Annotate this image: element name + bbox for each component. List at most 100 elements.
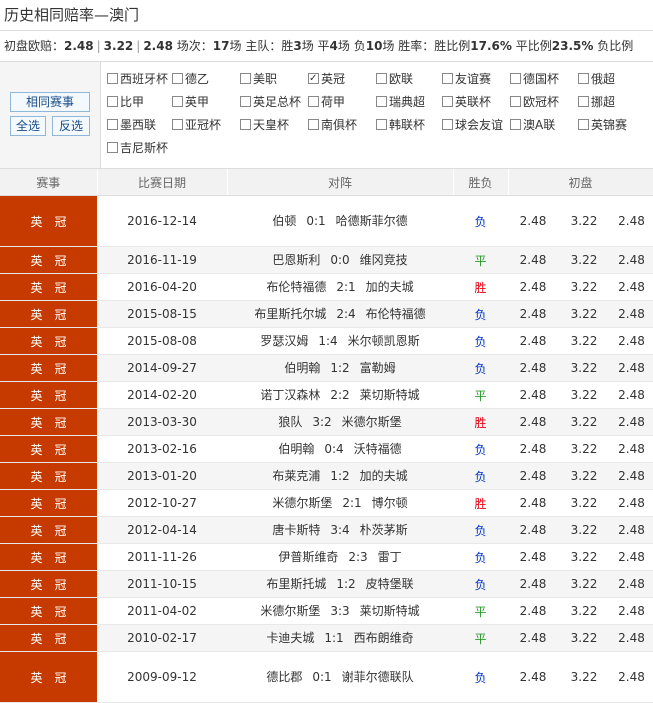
away-team[interactable]: 布伦特福德 xyxy=(366,307,426,321)
home-team[interactable]: 罗瑟汉姆 xyxy=(260,334,308,348)
checkbox-icon[interactable] xyxy=(578,73,589,84)
league-checkbox[interactable]: 俄超 xyxy=(578,70,615,88)
odds-home-cell: 2.48 xyxy=(508,408,558,436)
home-team[interactable]: 巴恩斯利 xyxy=(272,253,320,267)
checkbox-icon[interactable] xyxy=(578,119,589,130)
league-checkbox[interactable]: 挪超 xyxy=(578,93,615,111)
league-checkbox[interactable]: 欧冠杯 xyxy=(510,93,559,111)
checkbox-icon[interactable] xyxy=(376,119,387,130)
away-team[interactable]: 皮特堡联 xyxy=(366,577,414,591)
odds-draw-cell: 3.22 xyxy=(558,489,610,517)
home-team[interactable]: 米德尔斯堡 xyxy=(260,604,320,618)
home-team[interactable]: 德比郡 xyxy=(266,670,302,684)
league-checkbox[interactable]: 英冠 xyxy=(308,70,345,88)
league-checkbox[interactable]: 吉尼斯杯 xyxy=(107,139,168,157)
checkbox-icon[interactable] xyxy=(172,73,183,84)
checkbox-icon[interactable] xyxy=(107,73,118,84)
checkbox-icon[interactable] xyxy=(308,70,319,88)
league-checkbox[interactable]: 球会友谊 xyxy=(442,116,503,134)
away-team[interactable]: 加的夫城 xyxy=(360,469,408,483)
home-team[interactable]: 唐卡斯特 xyxy=(272,523,320,537)
checkbox-icon[interactable] xyxy=(376,96,387,107)
away-team[interactable]: 哈德斯菲尔德 xyxy=(336,214,408,228)
league-checkbox[interactable]: 友谊赛 xyxy=(442,70,491,88)
checkbox-icon[interactable] xyxy=(510,96,521,107)
league-checkbox[interactable]: 英甲 xyxy=(172,93,209,111)
away-team[interactable]: 加的夫城 xyxy=(366,280,414,294)
checkbox-icon[interactable] xyxy=(510,119,521,130)
checkbox-icon[interactable] xyxy=(308,96,319,107)
league-checkbox[interactable]: 澳A联 xyxy=(510,116,555,134)
league-checkbox[interactable]: 荷甲 xyxy=(308,93,345,111)
away-team[interactable]: 莱切斯特城 xyxy=(360,388,420,402)
league-checkbox[interactable]: 天皇杯 xyxy=(240,116,289,134)
checkbox-icon[interactable] xyxy=(578,96,589,107)
league-checkbox-label: 美职 xyxy=(253,72,278,86)
league-checkbox[interactable]: 比甲 xyxy=(107,93,144,111)
league-checkbox-label: 德乙 xyxy=(185,72,210,86)
league-filter-panel: 相同赛事 全选 反选 西班牙杯 德乙 美职 英冠 欧联 友谊赛 德国杯 俄超比甲 英甲 英足总杯 荷… xyxy=(0,62,653,169)
league-checkbox[interactable]: 德乙 xyxy=(172,70,209,88)
league-checkbox[interactable]: 南俱杯 xyxy=(308,116,357,134)
league-checkbox[interactable]: 韩联杯 xyxy=(376,116,425,134)
away-team[interactable]: 莱切斯特城 xyxy=(360,604,420,618)
home-team[interactable]: 狼队 xyxy=(278,415,302,429)
checkbox-icon[interactable] xyxy=(107,96,118,107)
league-checkbox[interactable]: 西班牙杯 xyxy=(107,70,168,88)
away-team[interactable]: 维冈竞技 xyxy=(360,253,408,267)
checkbox-icon[interactable] xyxy=(376,73,387,84)
league-checkbox[interactable]: 美职 xyxy=(240,70,277,88)
home-team[interactable]: 布伦特福德 xyxy=(266,280,326,294)
checkbox-icon[interactable] xyxy=(442,73,453,84)
home-team[interactable]: 米德尔斯堡 xyxy=(272,496,332,510)
invert-selection-button[interactable]: 反选 xyxy=(52,116,90,136)
home-team[interactable]: 伯顿 xyxy=(272,214,296,228)
league-checkbox-label: 英联杯 xyxy=(455,95,492,109)
checkbox-icon[interactable] xyxy=(240,119,251,130)
checkbox-icon[interactable] xyxy=(240,73,251,84)
home-team[interactable]: 诺丁汉森林 xyxy=(260,388,320,402)
odds-home-cell: 2.48 xyxy=(508,246,558,274)
home-team[interactable]: 卡迪夫城 xyxy=(266,631,314,645)
league-checkbox[interactable]: 英联杯 xyxy=(442,93,491,111)
away-team[interactable]: 博尔顿 xyxy=(372,496,408,510)
checkbox-icon[interactable] xyxy=(172,119,183,130)
league-cell: 英冠 xyxy=(0,300,97,328)
checkbox-icon[interactable] xyxy=(240,96,251,107)
checkbox-icon[interactable] xyxy=(510,73,521,84)
select-all-button[interactable]: 全选 xyxy=(10,116,46,136)
checkbox-icon[interactable] xyxy=(308,119,319,130)
league-checkbox-label: 韩联杯 xyxy=(389,118,426,132)
league-checkbox[interactable]: 欧联 xyxy=(376,70,413,88)
away-team[interactable]: 富勒姆 xyxy=(360,361,396,375)
league-checkbox[interactable]: 亚冠杯 xyxy=(172,116,221,134)
same-match-button[interactable]: 相同赛事 xyxy=(10,92,90,112)
league-checkbox[interactable]: 英足总杯 xyxy=(240,93,301,111)
league-checkbox[interactable]: 瑞典超 xyxy=(376,93,425,111)
away-team[interactable]: 米尔顿凯恩斯 xyxy=(348,334,420,348)
league-checkbox[interactable]: 德国杯 xyxy=(510,70,559,88)
match-cell: 布莱克浦 1:2 加的夫城 xyxy=(227,462,453,490)
home-team[interactable]: 布里斯托尔城 xyxy=(254,307,326,321)
checkbox-icon[interactable] xyxy=(107,119,118,130)
home-team[interactable]: 布里斯托城 xyxy=(266,577,326,591)
home-team[interactable]: 伊普斯维奇 xyxy=(278,550,338,564)
away-team[interactable]: 朴茨茅斯 xyxy=(360,523,408,537)
away-team[interactable]: 米德尔斯堡 xyxy=(342,415,402,429)
checkbox-icon[interactable] xyxy=(442,119,453,130)
home-team[interactable]: 伯明翰 xyxy=(278,442,314,456)
league-checkbox[interactable]: 墨西联 xyxy=(107,116,156,134)
checkbox-icon[interactable] xyxy=(442,96,453,107)
odds-draw-cell: 3.22 xyxy=(558,543,610,571)
odds-away-cell: 2.48 xyxy=(610,273,653,301)
league-checkbox[interactable]: 英锦赛 xyxy=(578,116,627,134)
home-team[interactable]: 布莱克浦 xyxy=(272,469,320,483)
rate-label: 胜率：胜比例 xyxy=(398,39,471,53)
away-team[interactable]: 谢菲尔德联队 xyxy=(342,670,414,684)
checkbox-icon[interactable] xyxy=(172,96,183,107)
away-team[interactable]: 沃特福德 xyxy=(354,442,402,456)
away-team[interactable]: 雷丁 xyxy=(378,550,402,564)
away-team[interactable]: 西布朗维奇 xyxy=(354,631,414,645)
home-team[interactable]: 伯明翰 xyxy=(284,361,320,375)
checkbox-icon[interactable] xyxy=(107,142,118,153)
